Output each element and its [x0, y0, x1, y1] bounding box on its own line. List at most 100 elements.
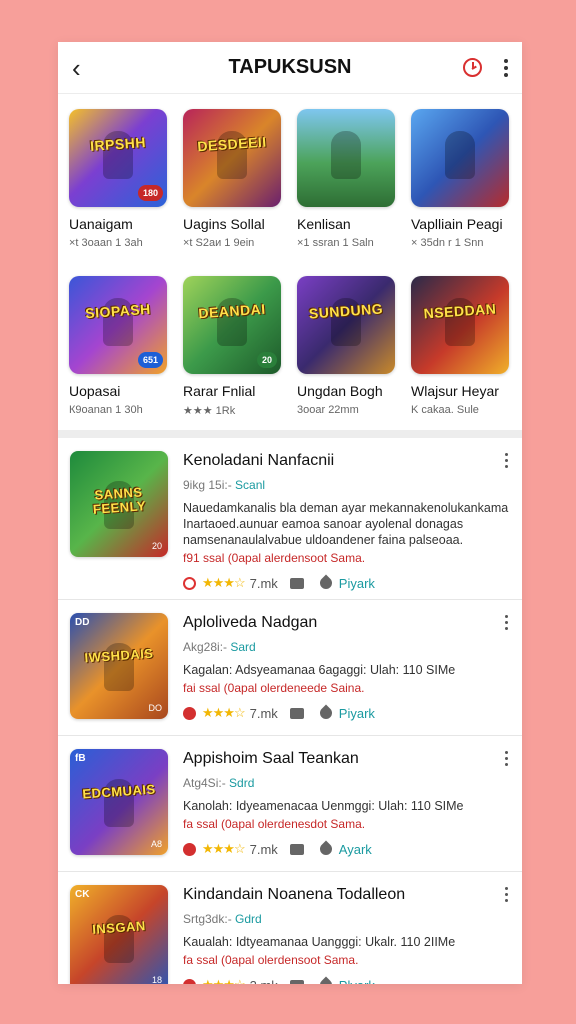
more-icon[interactable]: [505, 615, 508, 630]
comment-icon[interactable]: [289, 577, 304, 589]
game-tile[interactable]: IRPSHH 180 Uanaigam ×t 3оaan 1 3ah: [69, 109, 167, 262]
list-item-stats: ★★★☆ 2.mk Plyark: [183, 976, 510, 984]
list-item-red-note: fa ssal (0apal olerdenesdot Sama.: [183, 817, 366, 831]
list-item[interactable]: fB EDCMUAIS A8 Appishoim Saal Teankan At…: [58, 736, 522, 872]
list-thumbnail[interactable]: DD IWSHDAIS DO: [70, 613, 168, 719]
game-thumbnail[interactable]: SIOPASH 651: [69, 276, 167, 374]
game-thumbnail[interactable]: IRPSHH 180: [69, 109, 167, 207]
character-figure: [331, 131, 361, 179]
rating-count: 7.mk: [249, 841, 278, 857]
play-link[interactable]: Piyark: [339, 706, 375, 721]
game-tile[interactable]: Vaplliain Peagi × 35dn r 1 Snn: [411, 109, 509, 262]
list-thumbnail[interactable]: fB EDCMUAIS A8: [70, 749, 168, 855]
list-item-title[interactable]: Kenoladani Nanfacnii: [183, 452, 510, 470]
list-item-title[interactable]: Appishoim Saal Teankan: [183, 750, 510, 768]
comment-icon[interactable]: [289, 979, 304, 984]
comment-icon[interactable]: [289, 843, 304, 855]
thumbnail-badge: 651: [137, 352, 163, 368]
subtitle-accent: Scanl: [235, 478, 266, 492]
list-item[interactable]: CK INSGAN 18 Kindandain Noanena Todalleo…: [58, 872, 522, 984]
game-meta: ×1 ssran 1 Saln: [297, 237, 374, 249]
rating-count: 7.mk: [249, 705, 278, 721]
game-name: Uopasai: [69, 383, 121, 399]
subtitle-gray: Srtg3dk:-: [183, 912, 236, 926]
thumbnail-art-text: DESDEEII: [196, 133, 268, 155]
chevron-left-icon[interactable]: ‹: [72, 55, 92, 81]
game-name: Uagins Sollal: [183, 216, 265, 232]
game-meta: × 35dn r 1 Snn: [411, 237, 484, 249]
rating-stars: ★★★☆: [202, 977, 246, 984]
game-thumbnail[interactable]: DEANDAI 20: [183, 276, 281, 374]
clock-icon[interactable]: [463, 58, 482, 77]
more-icon[interactable]: [505, 453, 508, 468]
play-link[interactable]: Piyark: [339, 576, 375, 591]
heart-icon: [183, 978, 196, 984]
rating-stars: ★★★☆: [202, 575, 246, 590]
list-item-subtitle: 9ikg 15i:- Scanl: [183, 478, 510, 492]
play-link[interactable]: Ayark: [339, 842, 372, 857]
game-tile[interactable]: NSEDDAN Wlajsur Heyar K саkaa. Sule: [411, 276, 509, 430]
game-name: Rarar Fnlial: [183, 383, 256, 399]
top-bar: ‹ TAPUKSUSN: [58, 42, 522, 94]
game-meta: K саkaa. Sule: [411, 404, 479, 416]
list-item-description: Nauedamkanalis bla deman ayar mekannaken…: [183, 501, 509, 547]
game-tile[interactable]: Kenlisan ×1 ssran 1 Saln: [297, 109, 395, 262]
list-thumbnail[interactable]: CK INSGAN 18: [70, 885, 168, 984]
list-item[interactable]: SANNS FEENLY 20 Kenoladani Nanfacnii 9ik…: [58, 438, 522, 600]
app-screen: ‹ TAPUKSUSN IRPSHH 180 Uanaigam ×t 3оaan…: [58, 42, 522, 984]
game-meta: ×t S2аи 1 9еin: [183, 237, 255, 249]
kebab-icon[interactable]: [504, 58, 508, 77]
thumbnail-art-text: IWSHDAIS: [84, 645, 154, 666]
thumbnail-art-text: DEANDAI: [197, 300, 267, 322]
game-tile[interactable]: SUNDUNG Ungdan Bogh 3ооar 22mm: [297, 276, 395, 430]
list-item[interactable]: DD IWSHDAIS DO Aploliveda Nadgan Akg28i:…: [58, 600, 522, 736]
games-list: SANNS FEENLY 20 Kenoladani Nanfacnii 9ik…: [58, 438, 522, 984]
thumbnail-corner-label: DO: [148, 703, 163, 713]
game-thumbnail[interactable]: SUNDUNG: [297, 276, 395, 374]
list-item-subtitle: Akg28i:- Sard: [183, 640, 510, 654]
record-icon: [183, 576, 196, 590]
thumbnail-badge: 20: [256, 352, 277, 368]
character-figure: [445, 131, 475, 179]
thumbnail-corner-label: 20: [151, 541, 162, 551]
thumbnail-label: DD: [75, 617, 90, 628]
games-grid: IRPSHH 180 Uanaigam ×t 3оaan 1 3ah DESDE…: [58, 94, 522, 430]
thumbnail-corner-label: 18: [151, 975, 162, 984]
game-meta: К9оanan 1 30h: [69, 404, 143, 416]
more-icon[interactable]: [505, 887, 508, 902]
list-item-description: Kanolah: Idyeamenacaa Uenmggi: Ulah: 110…: [183, 799, 464, 813]
game-name: Ungdan Bogh: [297, 383, 383, 399]
subtitle-gray: Akg28i:-: [183, 640, 231, 654]
thumbnail-art-text: SIOPASH: [84, 300, 152, 322]
game-tile[interactable]: DESDEEII Uagins Sollal ×t S2аи 1 9еin: [183, 109, 281, 262]
leaf-icon: [317, 704, 335, 722]
list-item-subtitle: Srtg3dk:- Gdrd: [183, 912, 510, 926]
thumbnail-corner-label: A8: [150, 839, 162, 849]
game-meta: ★★★ 1Rk: [183, 405, 236, 417]
list-thumbnail[interactable]: SANNS FEENLY 20: [70, 451, 168, 557]
game-name: Wlajsur Heyar: [411, 383, 499, 399]
more-icon[interactable]: [505, 751, 508, 766]
game-tile[interactable]: SIOPASH 651 Uopasai К9оanan 1 30h: [69, 276, 167, 430]
thumbnail-badge: 180: [137, 185, 163, 201]
thumbnail-art-text: INSGAN: [91, 918, 147, 937]
game-thumbnail[interactable]: DESDEEII: [183, 109, 281, 207]
leaf-icon: [317, 976, 335, 984]
thumbnail-art-text: NSEDDAN: [423, 300, 497, 322]
list-item-title[interactable]: Aploliveda Nadgan: [183, 614, 510, 632]
play-link[interactable]: Plyark: [339, 978, 375, 985]
game-thumbnail[interactable]: NSEDDAN: [411, 276, 509, 374]
game-thumbnail[interactable]: [297, 109, 395, 207]
game-tile[interactable]: DEANDAI 20 Rarar Fnlial ★★★ 1Rk: [183, 276, 281, 430]
game-thumbnail[interactable]: [411, 109, 509, 207]
game-name: Kenlisan: [297, 216, 351, 232]
list-item-red-note: fa ssal (0apal olerdensoot Sama.: [183, 953, 359, 967]
list-item-red-note: f91 ssal (0apal alerdensoot Sama.: [183, 551, 366, 565]
list-item-subtitle: Atg4Si:- Sdrd: [183, 776, 510, 790]
heart-icon: [183, 706, 196, 720]
rating-stars: ★★★☆: [202, 841, 246, 856]
comment-icon[interactable]: [289, 707, 304, 719]
rating-count: 7.mk: [249, 575, 278, 591]
list-item-title[interactable]: Kindandain Noanena Todalleon: [183, 886, 510, 904]
subtitle-accent: Sard: [230, 640, 256, 654]
